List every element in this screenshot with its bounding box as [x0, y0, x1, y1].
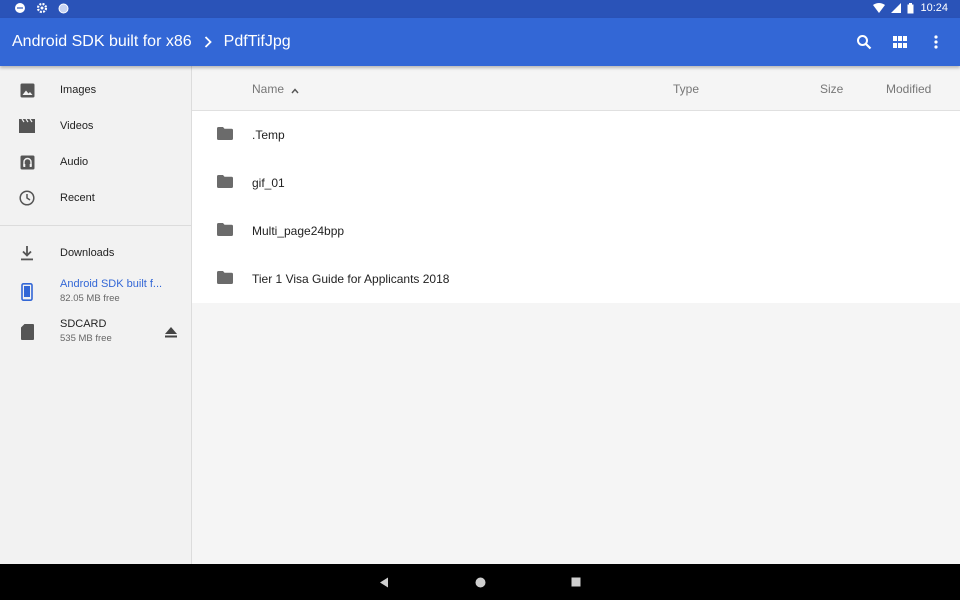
- list-item[interactable]: Multi_page24bpp: [192, 207, 960, 255]
- back-icon[interactable]: [376, 574, 392, 590]
- video-icon: [18, 117, 36, 135]
- sidebar-item-free-space: 535 MB free: [60, 333, 112, 344]
- search-icon[interactable]: [848, 26, 880, 58]
- more-vert-icon[interactable]: [920, 26, 952, 58]
- download-icon: [18, 244, 36, 262]
- grid-view-icon[interactable]: [884, 26, 916, 58]
- sidebar-item-audio[interactable]: Audio: [0, 144, 191, 180]
- breadcrumb: Android SDK built for x86 PdfTifJpg: [12, 18, 291, 66]
- sidebar-item-videos[interactable]: Videos: [0, 108, 191, 144]
- sidebar-item-label: Recent: [60, 192, 95, 204]
- gear-icon: [36, 2, 48, 14]
- column-header-modified[interactable]: Modified: [886, 82, 931, 96]
- list-header: Name Type Size Modified: [192, 66, 960, 111]
- signal-icon: [891, 3, 902, 13]
- file-list: Name Type Size Modified .Temp gif_01 Mul…: [192, 66, 960, 564]
- sidebar-item-device-storage[interactable]: Android SDK built f... 82.05 MB free: [0, 272, 191, 312]
- list-item[interactable]: Tier 1 Visa Guide for Applicants 2018: [192, 255, 960, 303]
- wifi-icon: [873, 3, 886, 13]
- file-name: Multi_page24bpp: [252, 224, 345, 238]
- audio-icon: [18, 153, 36, 171]
- sidebar-item-images[interactable]: Images: [0, 72, 191, 108]
- folder-icon: [217, 223, 233, 241]
- breadcrumb-current[interactable]: PdfTifJpg: [224, 33, 291, 51]
- circle-icon: [58, 3, 69, 14]
- sidebar-divider: [0, 225, 191, 226]
- sidebar-item-label: Videos: [60, 120, 94, 132]
- folder-icon: [217, 271, 233, 289]
- recents-icon[interactable]: [568, 574, 584, 590]
- list-item[interactable]: .Temp: [192, 111, 960, 159]
- chat-icon: [14, 2, 26, 14]
- eject-icon[interactable]: [165, 325, 177, 343]
- list-item[interactable]: gif_01: [192, 159, 960, 207]
- sidebar-item-label: Audio: [60, 156, 89, 168]
- battery-icon: [907, 2, 914, 14]
- status-bar: 10:24: [0, 0, 960, 18]
- chevron-right-icon: [204, 36, 212, 48]
- navigation-bar: [0, 564, 960, 600]
- breadcrumb-root[interactable]: Android SDK built for x86: [12, 33, 192, 51]
- column-header-type[interactable]: Type: [673, 82, 699, 96]
- sidebar-item-recent[interactable]: Recent: [0, 180, 191, 216]
- sidebar: Images Videos Audio Recent Downloads And…: [0, 66, 192, 564]
- file-rows: .Temp gif_01 Multi_page24bpp Tier 1 Visa…: [192, 111, 960, 303]
- sidebar-item-label: SDCARD: [60, 318, 107, 330]
- column-header-size[interactable]: Size: [820, 82, 843, 96]
- file-name: gif_01: [252, 176, 285, 190]
- clock-icon: [18, 189, 36, 207]
- folder-icon: [217, 175, 233, 193]
- phone-icon: [18, 283, 36, 301]
- sort-ascending-icon: [291, 83, 299, 97]
- sdcard-icon: [18, 323, 36, 341]
- sidebar-item-label: Downloads: [60, 247, 115, 259]
- column-header-name[interactable]: Name: [252, 82, 299, 97]
- sidebar-item-label: Images: [60, 84, 97, 96]
- sidebar-item-label: Android SDK built f...: [60, 278, 163, 290]
- clock-time: 10:24: [920, 2, 948, 14]
- home-icon[interactable]: [472, 574, 488, 590]
- sidebar-item-downloads[interactable]: Downloads: [0, 235, 191, 271]
- folder-icon: [217, 127, 233, 145]
- image-icon: [18, 81, 36, 99]
- column-name-label: Name: [252, 82, 285, 96]
- file-name: Tier 1 Visa Guide for Applicants 2018: [252, 272, 450, 286]
- file-name: .Temp: [252, 128, 285, 142]
- sidebar-item-sdcard[interactable]: SDCARD 535 MB free: [0, 312, 191, 352]
- app-bar: Android SDK built for x86 PdfTifJpg: [0, 18, 960, 66]
- sidebar-item-free-space: 82.05 MB free: [60, 293, 120, 304]
